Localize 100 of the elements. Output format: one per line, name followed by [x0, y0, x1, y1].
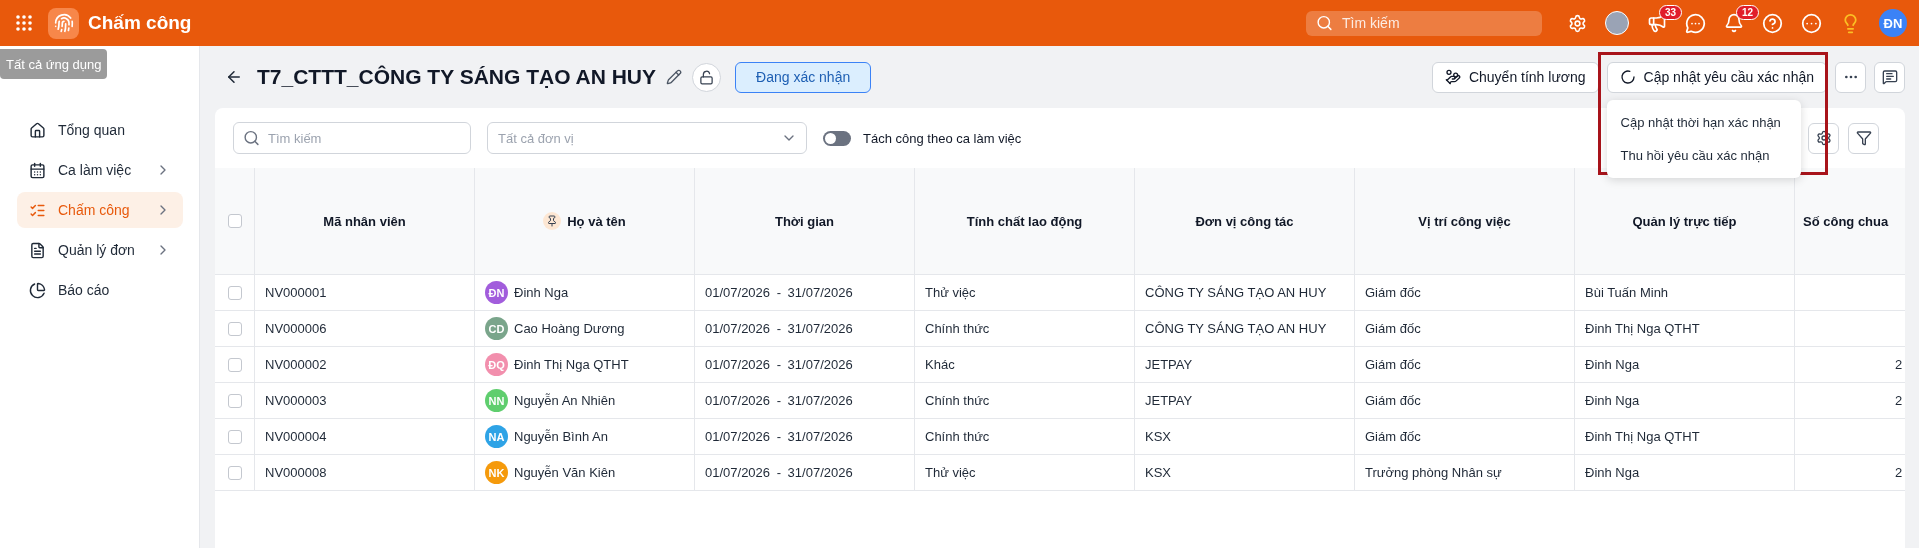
home-icon: [29, 121, 46, 139]
settings-icon: [1815, 130, 1832, 146]
menu-item[interactable]: Cập nhật thời hạn xác nhận: [1606, 105, 1801, 139]
column-header: Số công chua: [1795, 168, 1905, 275]
update-request-button[interactable]: Cập nhật yêu cầu xác nhận: [1606, 61, 1827, 93]
help-icon[interactable]: [1762, 12, 1783, 34]
table-cell: 2: [1795, 455, 1905, 491]
pin-icon[interactable]: [543, 212, 562, 230]
chat-icon[interactable]: [1685, 12, 1706, 34]
more-icon[interactable]: [1801, 12, 1822, 34]
user-avatar[interactable]: ĐN: [1879, 9, 1907, 37]
table-cell: CÔNG TY SÁNG TẠO AN HUY: [1135, 275, 1355, 311]
sidebar-item[interactable]: Tổng quan: [17, 112, 183, 148]
table-cell: 2: [1795, 383, 1905, 419]
document-icon: [29, 241, 46, 259]
date-range: 01/07/2026 - 31/07/2026: [695, 419, 915, 455]
column-header: Đơn vị công tác: [1135, 168, 1355, 275]
avatar: NN: [485, 389, 508, 412]
count-badge: 33: [1659, 5, 1683, 20]
filter-icon: [1855, 130, 1872, 146]
table-cell: Chính thức: [915, 311, 1135, 347]
table-cell: Trưởng phòng Nhân sự: [1355, 455, 1575, 491]
toggle-label: Tách công theo ca làm việc: [863, 130, 1022, 146]
date-range: 01/07/2026 - 31/07/2026: [695, 455, 915, 491]
date-range: 01/07/2026 - 31/07/2026: [695, 275, 915, 311]
checkbox[interactable]: [227, 393, 242, 408]
employee-name: Nguyễn An Nhiên: [514, 393, 616, 408]
table-cell: Thử việc: [915, 455, 1135, 491]
table-cell: KSX: [1135, 419, 1355, 455]
hand-coins-icon: [1444, 69, 1461, 85]
column-header: Thời gian: [695, 168, 915, 275]
fingerprint-logo-icon: [48, 7, 79, 39]
date-range: 01/07/2026 - 31/07/2026: [695, 383, 915, 419]
employee-name: Đinh Thị Nga QTHT: [514, 357, 629, 372]
table-cell: Giám đốc: [1355, 419, 1575, 455]
unit-select[interactable]: Tất cả đơn vị: [487, 122, 807, 154]
column-header: Vị trí công việc: [1355, 168, 1575, 275]
table-cell: NV000008: [255, 455, 475, 491]
table-cell: Giám đốc: [1355, 347, 1575, 383]
table-cell: Chính thức: [915, 419, 1135, 455]
table-cell: Giám đốc: [1355, 383, 1575, 419]
table-cell: Đinh Nga: [1575, 347, 1795, 383]
column-header: Tính chất lao động: [915, 168, 1135, 275]
avatar: NA: [485, 425, 508, 448]
date-range: 01/07/2026 - 31/07/2026: [695, 311, 915, 347]
table-cell: NV000003: [255, 383, 475, 419]
avatar: NK: [485, 461, 508, 484]
column-header: Mã nhân viên: [255, 168, 475, 275]
unlock-button[interactable]: [692, 62, 722, 92]
table-cell: NV000006: [255, 311, 475, 347]
checkbox[interactable]: [227, 214, 242, 228]
toggle-switch[interactable]: [823, 130, 851, 146]
table-cell: Đinh Nga: [1575, 383, 1795, 419]
sidebar-item[interactable]: Quản lý đơn: [17, 232, 183, 268]
count-badge: 12: [1736, 5, 1760, 20]
column-header: Họ và tên: [475, 168, 695, 275]
table-cell: KSX: [1135, 455, 1355, 491]
employee-name: Cao Hoàng Dương: [514, 321, 625, 336]
column-header: Quản lý trực tiếp: [1575, 168, 1795, 275]
table-cell: Đinh Thị Nga QTHT: [1575, 419, 1795, 455]
table-cell: JETPAY: [1135, 347, 1355, 383]
employee-name: Đinh Nga: [514, 285, 569, 300]
avatar-photo-placeholder[interactable]: [1605, 11, 1629, 35]
comment-button[interactable]: [1874, 61, 1905, 93]
table-cell: Khác: [915, 347, 1135, 383]
table-cell: Thử việc: [915, 275, 1135, 311]
table-cell: Giám đốc: [1355, 311, 1575, 347]
date-range: 01/07/2026 - 31/07/2026: [695, 347, 915, 383]
padlock-icon: [699, 69, 715, 85]
payroll-button[interactable]: Chuyển tính lương: [1431, 61, 1599, 93]
table-cell: Chính thức: [915, 383, 1135, 419]
table-cell: NV000001: [255, 275, 475, 311]
checkbox[interactable]: [227, 357, 242, 372]
settings-icon[interactable]: [1568, 13, 1587, 33]
table-cell: NV000002: [255, 347, 475, 383]
app-title: Chấm công: [88, 12, 192, 34]
search-icon: [1316, 14, 1333, 32]
table-cell: Bùi Tuấn Minh: [1575, 275, 1795, 311]
checkbox[interactable]: [227, 429, 242, 444]
checkbox[interactable]: [227, 285, 242, 300]
edit-icon[interactable]: [666, 69, 683, 85]
checkbox[interactable]: [227, 465, 242, 480]
employee-name: Nguyễn Bình An: [514, 429, 608, 444]
table-cell: Giám đốc: [1355, 275, 1575, 311]
search-field[interactable]: Tìm kiếm: [233, 122, 471, 154]
table-cell: NV000004: [255, 419, 475, 455]
table-cell: 2: [1795, 347, 1905, 383]
settings-button[interactable]: [1808, 122, 1839, 154]
filter-button[interactable]: [1848, 122, 1879, 154]
sidebar-item[interactable]: Báo cáo: [17, 272, 183, 308]
calendar-icon: [29, 161, 46, 179]
table-cell: Đinh Thị Nga QTHT: [1575, 311, 1795, 347]
status-button[interactable]: Đang xác nhận: [735, 61, 872, 93]
sidebar-item[interactable]: Ca làm việc: [17, 152, 183, 188]
bell-icon[interactable]: [1724, 13, 1744, 33]
apps-grid-icon[interactable]: [16, 15, 32, 31]
table-cell: Đinh Nga: [1575, 455, 1795, 491]
checkbox[interactable]: [227, 321, 242, 336]
page-title: T7_CTTT_CÔNG TY SÁNG TẠO AN HUY: [257, 65, 657, 89]
avatar: ĐN: [485, 281, 508, 304]
